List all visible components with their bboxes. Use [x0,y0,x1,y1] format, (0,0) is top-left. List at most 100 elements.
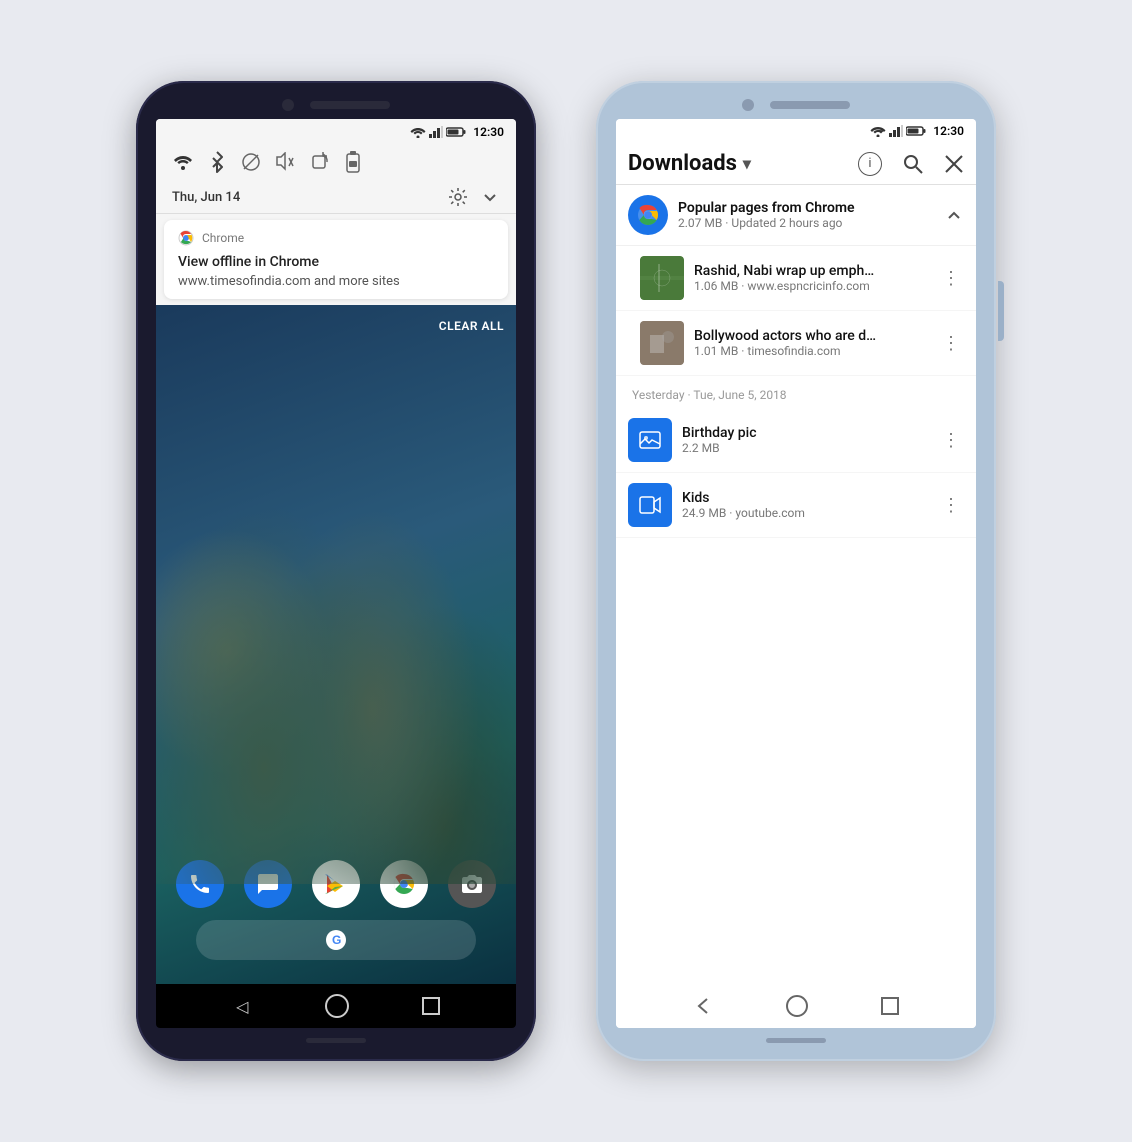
chrome-section-title: Popular pages from Chrome [678,200,934,216]
home-button-2[interactable] [786,995,808,1017]
bollywood-info: Bollywood actors who are d… 1.01 MB · ti… [694,328,928,358]
quick-rotation[interactable] [308,151,330,173]
notif-app-row: Chrome [178,230,494,246]
search-button[interactable] [902,153,924,175]
settings-icon[interactable] [448,187,468,207]
video-file-icon [628,483,672,527]
kids-meta: 24.9 MB · youtube.com [682,506,928,520]
back-button[interactable]: ◁ [232,996,252,1016]
downloads-screen: 12:30 Downloads ▾ i [616,119,976,1028]
phone-1-top-bar [150,99,522,111]
download-item-birthday[interactable]: Birthday pic 2.2 MB ⋮ [616,408,976,473]
mute-icon [276,152,294,172]
home-button[interactable] [325,994,349,1018]
nav-bar-2 [616,984,976,1028]
notification-card[interactable]: Chrome View offline in Chrome www.timeso… [164,220,508,299]
recents-button-2[interactable] [881,997,899,1015]
birthday-more-icon[interactable]: ⋮ [938,426,964,455]
bollywood-name: Bollywood actors who are d… [694,328,928,344]
wallpaper-area: CLEAR ALL [156,305,516,984]
clear-all-label[interactable]: CLEAR ALL [439,319,504,333]
notif-title: View offline in Chrome [178,254,494,270]
quick-mute[interactable] [274,151,296,173]
close-button[interactable] [944,154,964,174]
wallpaper-rocks [156,305,516,884]
birthday-name: Birthday pic [682,425,928,441]
downloads-list: Popular pages from Chrome 2.07 MB · Upda… [616,185,976,984]
bluetooth-icon [209,151,225,173]
status-bar-1: 12:30 [156,119,516,145]
battery-icon [446,126,466,138]
google-logo: G [325,929,347,951]
birthday-meta: 2.2 MB [682,441,928,455]
notif-controls [448,187,500,207]
cricket-more-icon[interactable]: ⋮ [938,264,964,293]
front-camera [282,99,294,111]
info-button[interactable]: i [858,152,882,176]
chrome-small-icon [178,230,194,246]
bollywood-meta: 1.01 MB · timesofindia.com [694,344,928,358]
quick-bluetooth[interactable] [206,151,228,173]
wifi-qs-icon [173,154,193,170]
phone-2-screen: 12:30 Downloads ▾ i [616,119,976,1028]
kids-more-icon[interactable]: ⋮ [938,491,964,520]
chrome-section-header[interactable]: Popular pages from Chrome 2.07 MB · Upda… [616,185,976,246]
earpiece-2 [770,101,850,109]
kids-info: Kids 24.9 MB · youtube.com [682,490,928,520]
phone-2-top-bar [610,99,982,111]
rotation-icon [309,152,329,172]
wifi-icon-2 [870,125,886,137]
quick-settings-row [156,145,516,181]
downloads-title-area: Downloads ▾ [628,151,850,176]
front-camera-2 [742,99,754,111]
chrome-section-subtitle: 2.07 MB · Updated 2 hours ago [678,216,934,230]
notif-body: www.timesofindia.com and more sites [178,274,494,289]
date-divider: Yesterday · Tue, June 5, 2018 [616,376,976,408]
phone-1-screen: 12:30 [156,119,516,1028]
notif-app-name: Chrome [202,231,244,245]
cricket-thumb [640,256,684,300]
status-icons: 12:30 [410,125,504,139]
toolbar-icons: i [858,152,964,176]
image-file-icon [628,418,672,462]
phone-1: 12:30 [136,81,536,1061]
status-time-1: 12:30 [473,125,504,139]
phone-2: 12:30 Downloads ▾ i [596,81,996,1061]
recents-button[interactable] [422,997,440,1015]
download-item-kids[interactable]: Kids 24.9 MB · youtube.com ⋮ [616,473,976,538]
back-button-2[interactable] [693,996,713,1016]
svg-text:G: G [332,933,341,947]
status-bar-2: 12:30 [616,119,976,143]
expand-icon[interactable] [480,187,500,207]
collapse-icon[interactable] [944,205,964,225]
bollywood-more-icon[interactable]: ⋮ [938,329,964,358]
bollywood-thumb-img [640,321,684,365]
date-row: Thu, Jun 14 [156,181,516,214]
chrome-section-icon [628,195,668,235]
download-item-bollywood[interactable]: Bollywood actors who are d… 1.01 MB · ti… [616,311,976,376]
download-item-cricket[interactable]: Rashid, Nabi wrap up emph… 1.06 MB · www… [616,246,976,311]
status-time-2: 12:30 [933,124,964,138]
date-label: Thu, Jun 14 [172,190,240,205]
downloads-toolbar: Downloads ▾ i [616,143,976,185]
quick-dnd[interactable] [240,151,262,173]
quick-battery[interactable] [342,151,364,173]
notification-panel: 12:30 [156,119,516,305]
dropdown-chevron[interactable]: ▾ [743,154,751,173]
cricket-thumb-img [640,256,684,300]
birthday-info: Birthday pic 2.2 MB [682,425,928,455]
nav-bar-1: ◁ [156,984,516,1028]
battery-qs-icon [346,151,360,173]
status-icons-2: 12:30 [870,124,964,138]
image-icon [638,428,662,452]
chrome-icon [636,203,660,227]
wifi-icon [410,126,426,138]
signal-icon-2 [889,125,903,137]
phone-2-bottom-bar [766,1038,826,1043]
signal-icon [429,126,443,138]
quick-wifi[interactable] [172,151,194,173]
google-search-bar[interactable]: G [196,920,476,960]
clear-all-row[interactable]: CLEAR ALL [439,315,504,334]
bollywood-thumb [640,321,684,365]
video-icon [638,493,662,517]
